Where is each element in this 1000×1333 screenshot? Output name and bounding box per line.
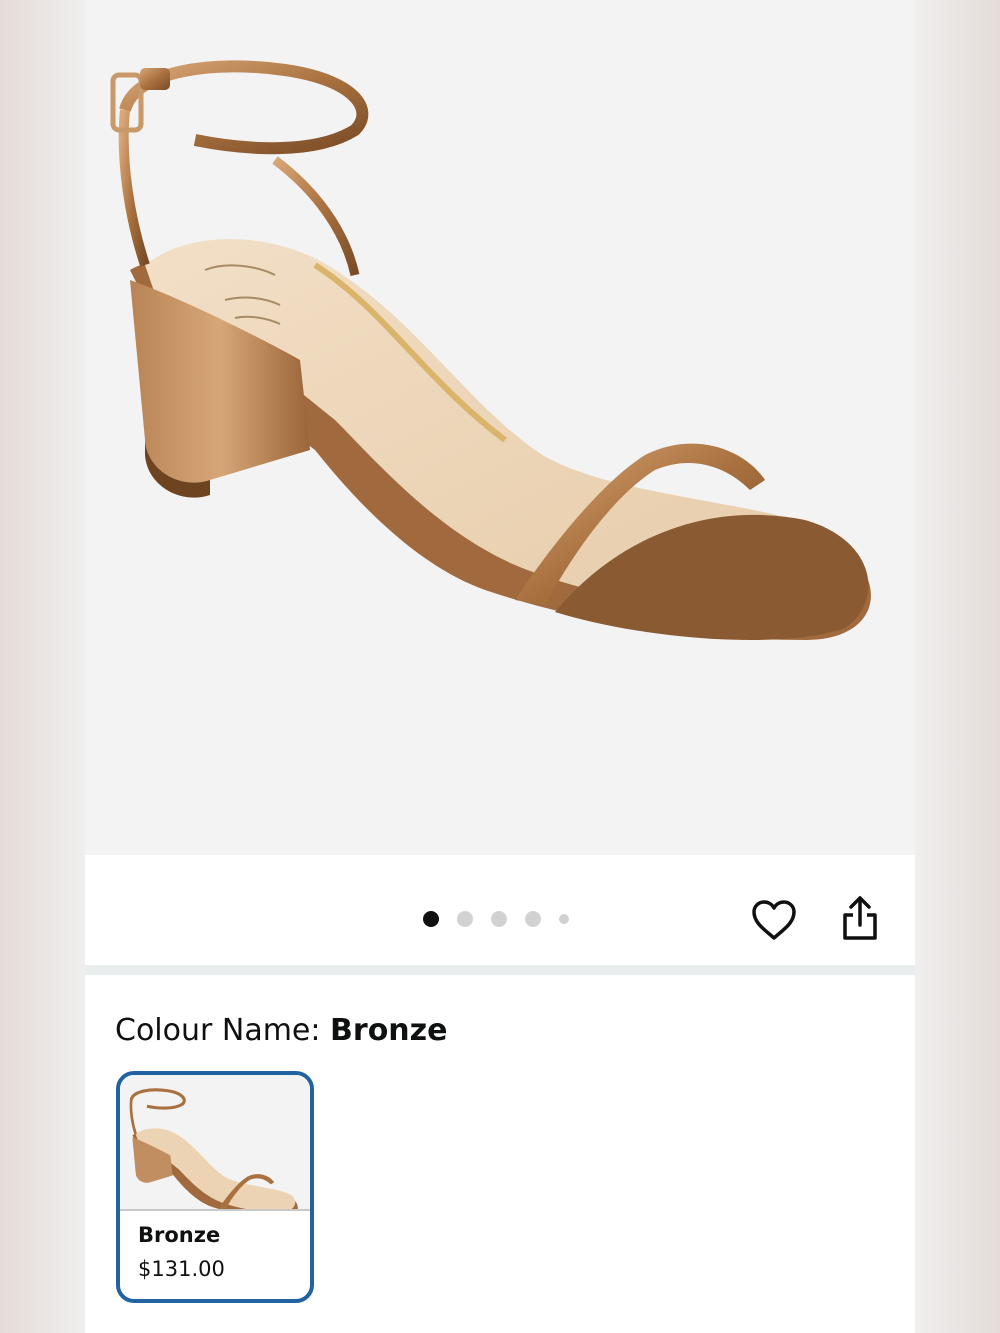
product-page: Colour Name: Bronze Bronze $131.00 [85,0,915,1333]
carousel-dot-4[interactable] [525,911,541,927]
sandal-thumbnail [129,1088,298,1218]
background-blur-left [0,0,85,1333]
background-blur-right [915,0,1000,1333]
share-icon [843,896,877,940]
product-image[interactable] [85,0,915,855]
swatch-thumbnail [120,1075,310,1218]
carousel-dot-1[interactable] [423,911,439,927]
carousel-controls [85,855,915,965]
swatch-price: $131.00 [138,1257,225,1281]
carousel-dot-5[interactable] [559,914,569,924]
sandal-illustration [110,60,871,640]
carousel-dot-3[interactable] [491,911,507,927]
carousel-dot-2[interactable] [457,911,473,927]
colour-swatch-bronze[interactable]: Bronze $131.00 [116,1071,314,1303]
carousel-dots[interactable] [423,909,587,929]
section-divider [85,965,915,975]
colour-name-label: Colour Name: Bronze [115,1013,447,1048]
wishlist-button[interactable] [749,895,799,945]
share-button[interactable] [837,893,883,943]
colour-label-prefix: Colour Name: [115,1013,331,1048]
swatch-colour-name: Bronze [138,1223,221,1247]
colour-selected-value: Bronze [330,1013,448,1048]
heart-icon [752,900,796,940]
colour-selector: Colour Name: Bronze Bronze $131.00 [85,975,915,1333]
